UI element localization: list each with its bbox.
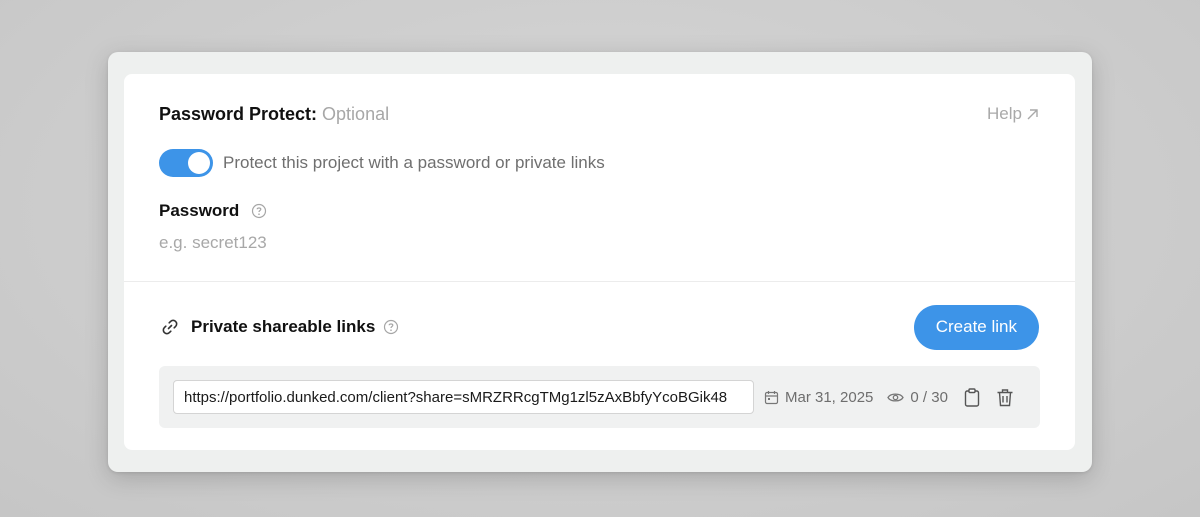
clipboard-icon[interactable] — [964, 387, 980, 407]
protect-toggle-label: Protect this project with a password or … — [223, 153, 605, 172]
trash-icon[interactable] — [996, 388, 1014, 407]
shareable-links-header: Private shareable links Create link — [161, 304, 1039, 350]
calendar-icon — [764, 390, 779, 404]
protect-toggle-row: Protect this project with a password or … — [159, 149, 605, 177]
link-date: Mar 31, 2025 — [764, 389, 873, 406]
optional-label: Optional — [322, 103, 390, 124]
settings-card: Password Protect: Optional Help Protect … — [124, 74, 1075, 450]
link-date-text: Mar 31, 2025 — [785, 388, 874, 406]
share-url-field[interactable] — [173, 380, 754, 414]
link-views-text: 0 / 30 — [910, 388, 948, 406]
arrow-up-right-icon — [1027, 108, 1038, 119]
password-protect-title: Password Protect: — [159, 103, 318, 124]
password-modal: Password Protect: Optional Help Protect … — [108, 52, 1092, 472]
section-divider — [124, 281, 1075, 282]
password-input[interactable] — [159, 230, 559, 256]
help-link[interactable]: Help — [987, 104, 1039, 124]
protect-toggle[interactable] — [159, 149, 213, 177]
question-circle-icon[interactable] — [251, 203, 267, 219]
question-circle-icon[interactable] — [383, 319, 399, 335]
password-label: Password — [159, 201, 240, 220]
password-header: Password Protect: Optional Help — [159, 102, 1039, 126]
share-link-row: Mar 31, 2025 0 / 30 — [159, 366, 1040, 428]
help-label: Help — [987, 104, 1022, 123]
eye-icon — [887, 392, 905, 402]
link-icon — [161, 318, 179, 336]
link-views: 0 / 30 — [887, 389, 948, 406]
shareable-links-title: Private shareable links — [191, 317, 376, 336]
password-section: Password Protect: Optional Help Protect … — [124, 74, 1075, 281]
create-link-button[interactable]: Create link — [913, 304, 1039, 350]
toggle-knob — [188, 152, 210, 174]
password-label-row: Password — [159, 201, 267, 221]
